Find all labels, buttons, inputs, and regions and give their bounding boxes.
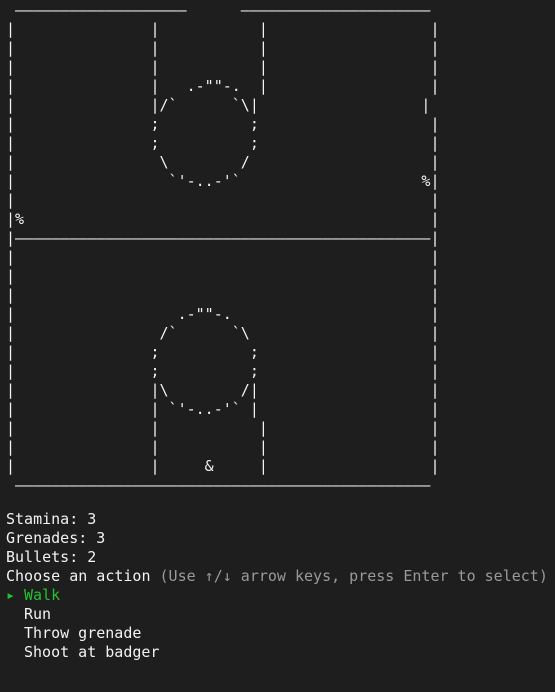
action-menu[interactable]: ▸ Walk Run Throw grenade Shoot at badger <box>6 586 548 662</box>
menu-item-run[interactable]: Run <box>6 605 548 624</box>
menu-item-label: Walk <box>24 586 61 604</box>
menu-item-label: Shoot at badger <box>24 643 160 661</box>
menu-item-label: Throw grenade <box>24 624 142 642</box>
status-panel: Stamina: 3 Grenades: 3 Bullets: 2 Choose… <box>6 510 548 662</box>
menu-item-walk[interactable]: ▸ Walk <box>6 586 548 605</box>
terminal-window: ——————————————————— ————————————————————… <box>0 0 555 692</box>
menu-item-throw-grenade[interactable]: Throw grenade <box>6 624 548 643</box>
grenades-stat: Grenades: 3 <box>6 529 106 547</box>
ascii-game-map: ——————————————————— ————————————————————… <box>6 1 440 494</box>
menu-item-shoot-at-badger[interactable]: Shoot at badger <box>6 643 548 662</box>
selection-pointer-icon: ▸ <box>6 586 16 604</box>
stamina-stat: Stamina: 3 <box>6 510 97 528</box>
bullets-stat: Bullets: 2 <box>6 548 97 566</box>
action-prompt: Choose an action (Use ↑/↓ arrow keys, pr… <box>6 567 548 586</box>
prompt-hint: (Use ↑/↓ arrow keys, press Enter to sele… <box>159 567 548 585</box>
prompt-text: Choose an action <box>6 567 151 585</box>
menu-item-label: Run <box>24 605 52 623</box>
